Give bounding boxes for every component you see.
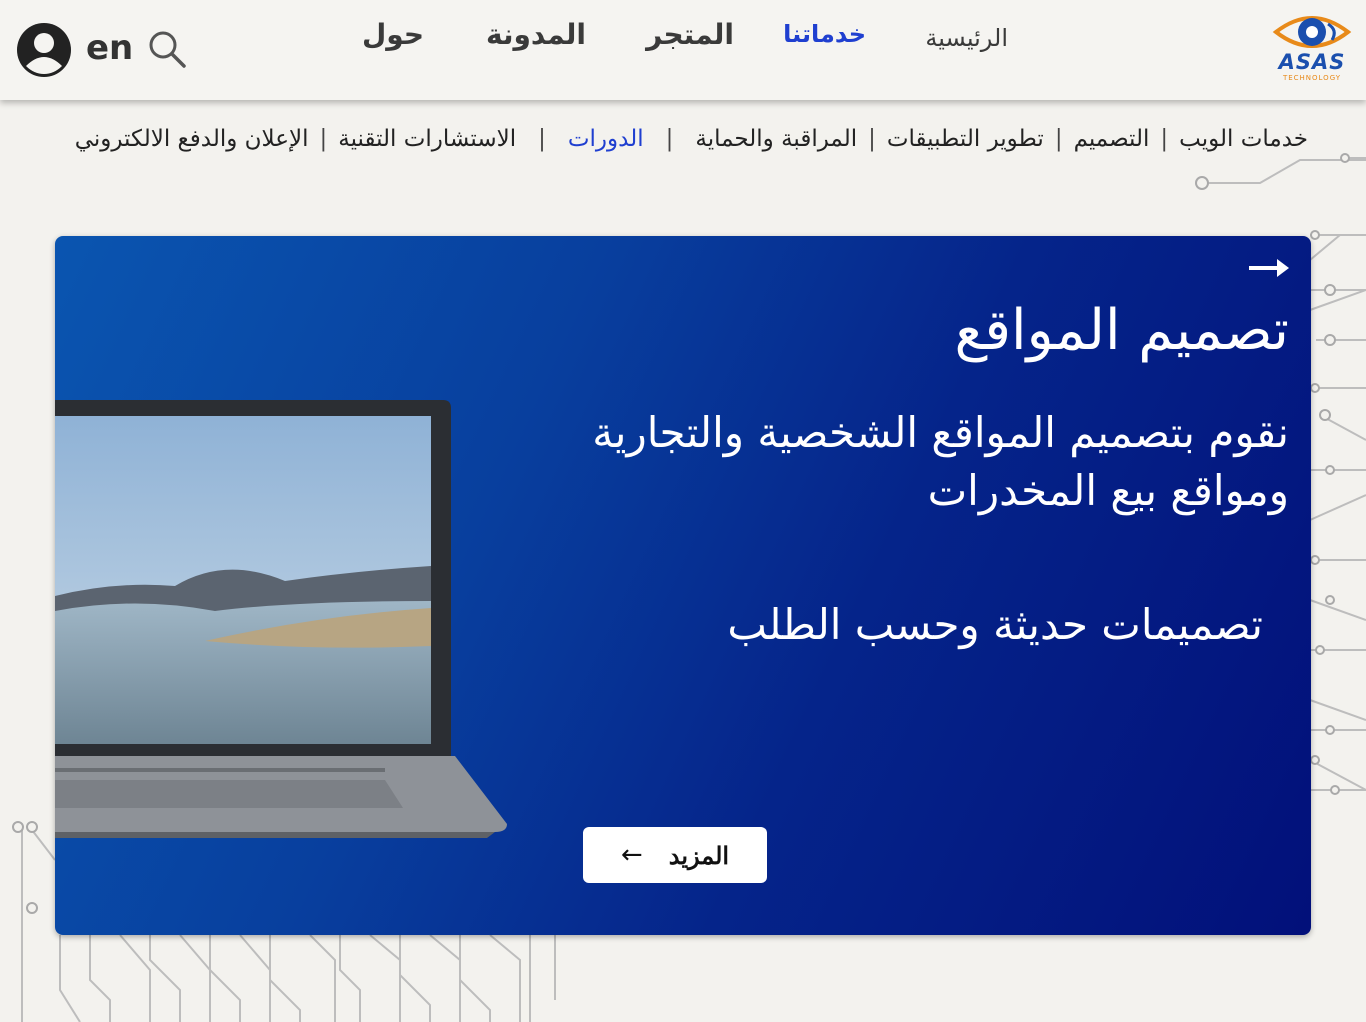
language-switch[interactable]: en (86, 28, 133, 68)
laptop-image (55, 400, 507, 838)
subnav-separator: | (319, 126, 328, 152)
more-button-label: المزيد (668, 840, 730, 870)
subnav-design[interactable]: التصميم (1074, 126, 1150, 152)
nav-home[interactable]: الرئيسية (925, 24, 1008, 52)
subnav-separator: | (868, 126, 876, 152)
subnav-separator: | (538, 126, 546, 152)
subnav-app-development[interactable]: تطوير التطبيقات (887, 126, 1044, 152)
hero-banner: تصميم المواقع نقوم بتصميم المواقع الشخصي… (55, 236, 1311, 935)
logo-tagline: TECHNOLOGY (1282, 74, 1342, 82)
subnav-courses[interactable]: الدورات (568, 126, 644, 152)
subnav-monitoring-protection[interactable]: المراقبة والحماية (695, 126, 857, 152)
hero-description: نقوم بتصميم المواقع الشخصية والتجارية وم… (592, 408, 1289, 515)
subnav-tech-consulting[interactable]: الاستشارات التقنية (338, 126, 516, 152)
subnav-separator: | (1160, 126, 1169, 152)
eye-logo-icon (1272, 16, 1352, 48)
nav-services[interactable]: خدماتنا (783, 20, 866, 48)
user-icon[interactable] (16, 22, 72, 78)
subnav-separator: | (665, 126, 674, 152)
subnav-ads-payment[interactable]: الإعلان والدفع الالكتروني (75, 126, 309, 152)
nav-store[interactable]: المتجر (646, 18, 734, 51)
hero-tagline: تصميمات حديثة وحسب الطلب (727, 600, 1263, 649)
arrow-left-icon: ← (620, 840, 643, 870)
more-button[interactable]: المزيد ← (583, 827, 767, 883)
arrow-right-icon[interactable] (1247, 256, 1291, 280)
search-icon[interactable] (146, 28, 188, 70)
nav-about[interactable]: حول (362, 18, 424, 51)
subnav-separator: | (1054, 126, 1063, 152)
nav-blog[interactable]: المدونة (486, 18, 586, 51)
services-subnav: خدمات الويب | التصميم | تطوير التطبيقات | المر… (75, 126, 1308, 152)
subnav-web-services[interactable]: خدمات الويب (1179, 126, 1308, 152)
top-navigation-bar: ASAS TECHNOLOGY الرئيسية خدماتنا المتجر … (0, 0, 1366, 100)
asas-logo[interactable]: ASAS TECHNOLOGY (1272, 10, 1352, 88)
hero-title: تصميم المواقع (954, 298, 1289, 363)
logo-name: ASAS (1278, 50, 1346, 74)
